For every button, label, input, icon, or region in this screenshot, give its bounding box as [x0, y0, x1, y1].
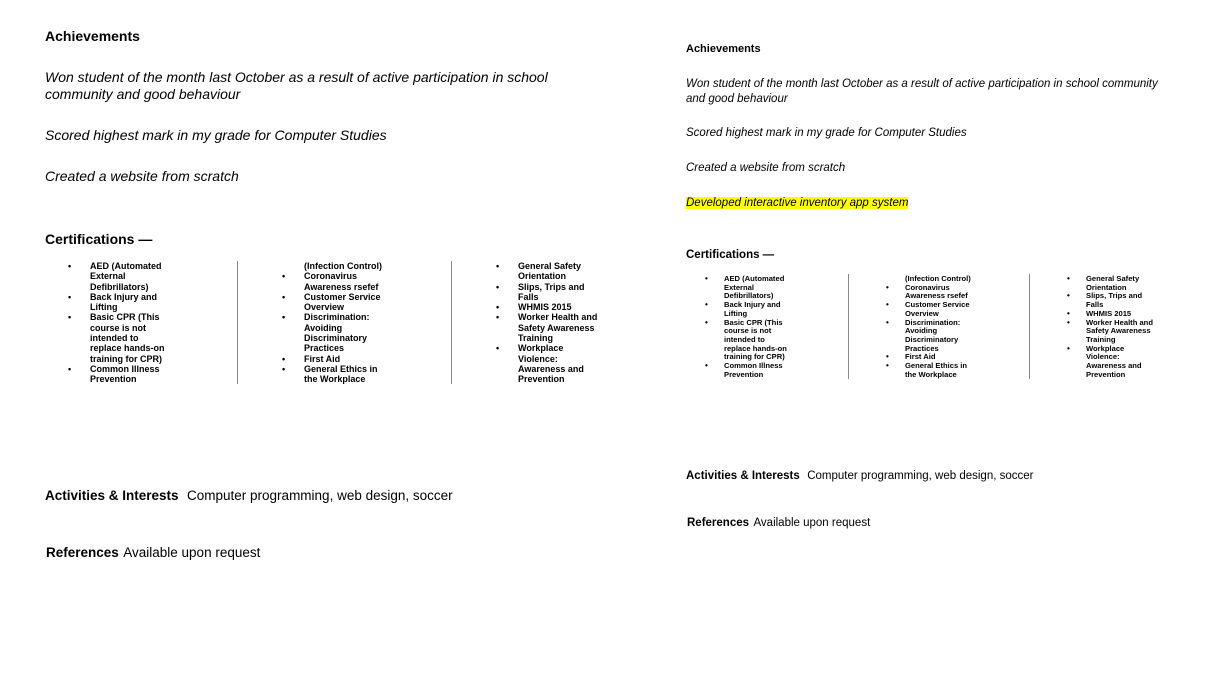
- cert-column-1: AED (AutomatedExternalDefibrillators)Bac…: [68, 261, 165, 385]
- cert-list-item: Workplace: [496, 343, 597, 354]
- column-divider: [848, 274, 849, 379]
- cert-list-item: Overview: [304, 302, 345, 313]
- activities-text: Computer programming, web design, soccer: [807, 470, 1034, 482]
- cert-list-item: Training: [518, 333, 554, 344]
- cert-list-item: Safety Awareness: [518, 322, 595, 333]
- cert-list-item: General Ethics in: [282, 364, 382, 375]
- achievement-item: Won student of the month last October as…: [45, 69, 548, 102]
- cert-list-item: Discriminatory: [304, 333, 368, 344]
- activities-line: Activities & Interests Computer programm…: [686, 466, 1034, 484]
- cert-column-2: (Infection Control)CoronavirusAwareness …: [282, 261, 382, 385]
- cert-list-item: Violence:: [518, 353, 558, 364]
- cert-list-item: Coronavirus: [282, 271, 382, 282]
- references-label: References: [46, 545, 119, 560]
- cert-list-item: AED (Automated: [68, 261, 165, 272]
- cert-list-item: Lifting: [90, 302, 118, 313]
- cert-list-item: Back Injury and: [68, 292, 165, 303]
- cert-list-item: Customer Service: [282, 292, 382, 303]
- cert-list-item: General Safety: [496, 261, 597, 272]
- references-text: Available upon request: [753, 517, 871, 529]
- cert-list-item: replace hands-on: [90, 343, 165, 354]
- cert-list: AED (AutomatedExternalDefibrillators)Bac…: [68, 261, 165, 385]
- cert-column-2: (Infection Control)CoronavirusAwareness …: [886, 274, 971, 379]
- document-page-original: Achievements Won student of the month la…: [0, 0, 607, 678]
- cert-list-item: course is not: [90, 322, 147, 333]
- cert-list-item: intended to: [90, 333, 139, 344]
- cert-list-item: Discrimination:: [282, 312, 382, 323]
- achievements-heading: Achievements: [45, 28, 140, 44]
- cert-list-item: Common Illness: [68, 364, 165, 375]
- cert-list: AED (AutomatedExternalDefibrillators)Bac…: [705, 274, 787, 379]
- achievement-item: Created a website from scratch: [45, 168, 239, 184]
- achievement-item: Scored highest mark in my grade for Comp…: [45, 127, 387, 143]
- references-text: Available upon request: [123, 545, 261, 560]
- cert-list-item: Slips, Trips and: [496, 282, 597, 293]
- cert-list-item: Prevention: [90, 374, 137, 385]
- cert-list-item: training for CPR): [90, 353, 162, 364]
- cert-list: General SafetyOrientationSlips, Trips an…: [1067, 274, 1153, 379]
- achievement-item: Won student of the month last October as…: [686, 78, 1158, 105]
- cert-list-item: Practices: [304, 343, 345, 354]
- column-divider: [237, 261, 238, 384]
- activities-text: Computer programming, web design, soccer: [187, 488, 453, 503]
- cert-list-item: Awareness rsefef: [304, 281, 379, 292]
- text-highlight: Developed interactive inventory app syst…: [686, 197, 909, 209]
- cert-list-item: the Workplace: [304, 374, 366, 385]
- cert-list-item: Defibrillators): [90, 281, 149, 292]
- references-line: References Available upon request: [687, 513, 870, 531]
- certifications-heading: Certifications —: [686, 249, 775, 261]
- achievement-item: Scored highest mark in my grade for Comp…: [686, 127, 967, 139]
- certifications-heading: Certifications —: [45, 231, 153, 247]
- cert-list-item: Prevention: [518, 374, 565, 385]
- cert-list-item: External: [90, 271, 126, 282]
- activities-line: Activities & Interests Computer programm…: [45, 487, 453, 505]
- achievements-heading: Achievements: [686, 43, 761, 55]
- cert-column-3: General SafetyOrientationSlips, Trips an…: [1067, 274, 1153, 379]
- cert-list-item: Basic CPR (This: [68, 312, 165, 323]
- cert-list: (Infection Control)CoronavirusAwareness …: [886, 274, 971, 379]
- cert-list-item: Avoiding: [304, 322, 343, 333]
- achievement-item: Created a website from scratch: [686, 162, 846, 174]
- cert-list-item: Orientation: [518, 271, 567, 282]
- column-divider: [1029, 274, 1030, 379]
- cert-list-item: Awareness and: [518, 363, 584, 374]
- column-divider: [451, 261, 452, 384]
- cert-list-item: Prevention: [724, 369, 764, 379]
- highlighted-achievement-item: Developed interactive inventory app syst…: [686, 196, 909, 211]
- cert-column-1: AED (AutomatedExternalDefibrillators)Bac…: [705, 274, 787, 379]
- document-page-edited: Achievements Won student of the month la…: [607, 0, 1215, 678]
- cert-list-item: (Infection Control): [304, 261, 382, 271]
- activities-label: Activities & Interests: [45, 488, 179, 503]
- cert-list-item: Worker Health and: [496, 312, 597, 323]
- cert-list-item: WHMIS 2015: [496, 302, 597, 313]
- cert-list: General SafetyOrientationSlips, Trips an…: [496, 261, 597, 385]
- references-label: References: [687, 517, 750, 529]
- cert-column-3: General SafetyOrientationSlips, Trips an…: [496, 261, 597, 385]
- cert-list-item: the Workplace: [905, 369, 957, 379]
- cert-list-item: First Aid: [282, 354, 382, 365]
- cert-list-item: Prevention: [1086, 369, 1126, 379]
- activities-label: Activities & Interests: [686, 470, 800, 482]
- references-line: References Available upon request: [46, 544, 260, 562]
- cert-list-item: Falls: [518, 291, 539, 302]
- cert-list: (Infection Control)CoronavirusAwareness …: [282, 261, 382, 385]
